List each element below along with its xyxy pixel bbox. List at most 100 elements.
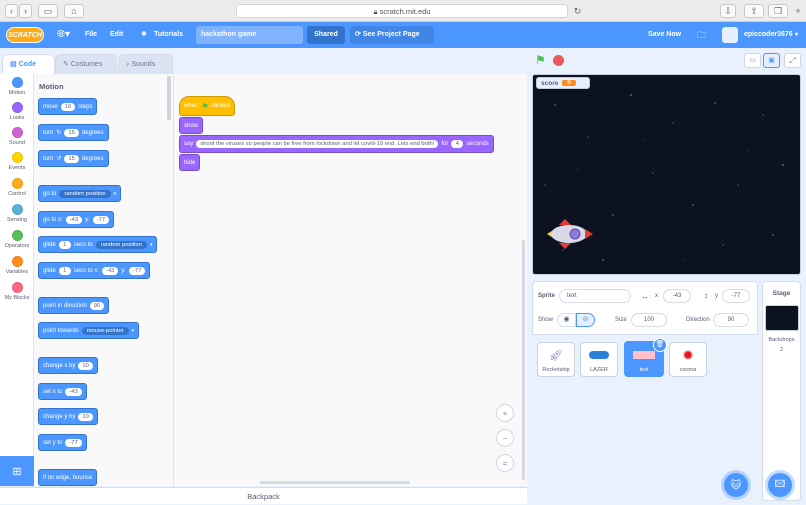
tab-code[interactable]: ▤ Code <box>2 54 55 75</box>
script-horizontal-scrollbar[interactable] <box>260 481 410 484</box>
category-looks[interactable]: Looks <box>0 102 34 121</box>
back-icon[interactable]: ‹ <box>5 4 18 18</box>
direction-input[interactable]: 90 <box>713 313 749 327</box>
category-variables[interactable]: Variables <box>0 256 34 275</box>
category-sensing[interactable]: Sensing <box>0 204 34 223</box>
x-input[interactable]: -43 <box>663 289 691 303</box>
see-project-page-button[interactable]: ⟳ See Project Page <box>350 26 434 44</box>
small-stage-icon[interactable]: ▭ <box>744 53 761 68</box>
hide-block[interactable]: hide <box>179 154 201 171</box>
glide-x-input[interactable]: -43 <box>102 266 119 275</box>
hide-visible-icon[interactable]: ⊘ <box>576 313 595 327</box>
save-now-button[interactable]: Save Now <box>648 22 681 48</box>
go-to-block[interactable]: go to random position ▾ <box>38 185 122 202</box>
edit-menu[interactable]: Edit <box>110 22 123 48</box>
scratch-logo[interactable]: SCRATCH <box>6 27 44 43</box>
move-steps-input[interactable]: 10 <box>60 102 76 111</box>
download-icon[interactable]: ⇩ <box>720 4 736 18</box>
show-block[interactable]: show <box>179 117 204 134</box>
point-towards-dropdown[interactable]: mouse-pointer <box>81 326 129 335</box>
score-monitor[interactable]: score 0 <box>536 77 590 89</box>
zoom-in-icon[interactable]: + <box>496 404 514 422</box>
zoom-reset-icon[interactable]: = <box>496 454 514 472</box>
direction-input[interactable]: 90 <box>89 301 105 310</box>
y-input[interactable]: -77 <box>722 289 750 303</box>
glide-secs-input[interactable]: 1 <box>58 240 71 249</box>
change-x-input[interactable]: 10 <box>78 361 93 370</box>
tabs-icon[interactable]: ❐ <box>768 4 788 18</box>
go-to-x-input[interactable]: -43 <box>65 215 83 224</box>
category-control[interactable]: Control <box>0 178 34 197</box>
glide-xy-secs-input[interactable]: 1 <box>58 266 71 275</box>
go-to-y-input[interactable]: -77 <box>92 215 110 224</box>
zoom-out-icon[interactable]: − <box>496 429 514 447</box>
backdrop-thumbnail[interactable] <box>764 305 799 331</box>
share-icon[interactable]: ⇧ <box>744 4 764 18</box>
set-x-input[interactable]: -43 <box>65 387 82 396</box>
add-extension-button[interactable]: ⊞ <box>0 456 34 486</box>
url-bar[interactable]: 🔒︎ scratch.mit.edu <box>236 4 568 18</box>
share-button[interactable]: Shared <box>307 26 345 44</box>
set-x-block[interactable]: set x to -43 <box>38 383 87 400</box>
choose-backdrop-button[interactable]: 🖾 <box>768 473 792 497</box>
avatar[interactable] <box>722 27 738 43</box>
sprite-name-input[interactable]: text <box>559 289 631 303</box>
when-flag-clicked-block[interactable]: when ⚑ clicked <box>179 96 235 116</box>
turn-left-input[interactable]: 15 <box>64 154 79 163</box>
category-sound[interactable]: Sound <box>0 127 34 146</box>
sprite-thumb-corona[interactable]: ✹ corona <box>669 342 707 377</box>
large-stage-icon[interactable]: ▣ <box>763 53 780 68</box>
set-y-input[interactable]: -77 <box>65 438 82 447</box>
category-operators[interactable]: Operators <box>0 230 34 249</box>
delete-sprite-icon[interactable]: 🗑︎ <box>653 338 667 352</box>
backpack-bar[interactable]: Backpack <box>0 487 527 504</box>
say-text-input[interactable]: shoot the viruses so people can be free … <box>196 140 439 148</box>
point-in-direction-block[interactable]: point in direction 90 <box>38 297 110 314</box>
script-vertical-scrollbar[interactable] <box>522 240 525 480</box>
new-tab-icon[interactable]: + <box>792 4 804 18</box>
bounce-block[interactable]: if on edge, bounce <box>38 469 98 486</box>
tab-costumes[interactable]: ✎ Costumes <box>55 54 117 74</box>
go-to-dropdown[interactable]: random position <box>59 189 111 198</box>
project-title-input[interactable]: hackathon game <box>196 26 303 44</box>
stop-icon[interactable] <box>553 55 564 66</box>
glide-to-xy-block[interactable]: glide 1 secs to x: -43 y: -77 <box>38 262 151 279</box>
glide-to-block[interactable]: glide 1 secs to random position ▾ <box>38 236 158 253</box>
say-seconds-input[interactable]: 4 <box>451 140 464 148</box>
chevron-down-icon[interactable]: ▾ <box>795 22 798 48</box>
turn-right-block[interactable]: turn ↻ 15 degrees <box>38 124 109 141</box>
turn-left-block[interactable]: turn ↺ 15 degrees <box>38 150 109 167</box>
home-icon[interactable]: ⌂ <box>64 4 84 18</box>
glide-to-dropdown[interactable]: random position <box>95 240 147 249</box>
change-y-block[interactable]: change y by 10 <box>38 408 98 425</box>
category-my-blocks[interactable]: My Blocks <box>0 282 34 301</box>
green-flag-icon[interactable]: ⚑ <box>535 53 546 67</box>
stage-canvas[interactable] <box>532 74 801 275</box>
category-events[interactable]: Events <box>0 152 34 171</box>
change-x-block[interactable]: change x by 10 <box>38 357 98 374</box>
tutorials-menu[interactable]: Tutorials <box>154 22 183 48</box>
file-menu[interactable]: File <box>85 22 97 48</box>
choose-sprite-button[interactable]: 🐱︎ <box>724 473 748 497</box>
palette-scrollbar[interactable] <box>167 76 171 120</box>
category-motion[interactable]: Motion <box>0 77 34 96</box>
tab-sounds[interactable]: ♪ Sounds <box>118 54 173 74</box>
sidebar-icon[interactable]: ▭ <box>38 4 58 18</box>
globe-icon[interactable]: 🌐︎▾ <box>57 22 70 48</box>
fullscreen-icon[interactable]: ⤢ <box>784 53 801 68</box>
point-towards-block[interactable]: point towards mouse-pointer ▾ <box>38 322 140 339</box>
change-y-input[interactable]: 10 <box>78 412 93 421</box>
sprite-thumb-lazer[interactable]: LAZER <box>580 342 618 377</box>
sprite-thumb-rocketship[interactable]: 🚀︎ Rocketship <box>537 342 575 377</box>
username[interactable]: epiccoder3676 <box>744 22 793 48</box>
forward-icon[interactable]: › <box>19 4 32 18</box>
stage-selector[interactable]: Stage Backdrops 2 <box>762 281 801 501</box>
set-y-block[interactable]: set y to -77 <box>38 434 87 451</box>
go-to-xy-block[interactable]: go to x: -43 y: -77 <box>38 211 115 228</box>
say-for-secs-block[interactable]: say shoot the viruses so people can be fr… <box>179 135 494 153</box>
reload-icon[interactable]: ↻ <box>571 4 584 18</box>
turn-right-input[interactable]: 15 <box>64 128 79 137</box>
show-visible-icon[interactable]: ◉ <box>557 313 576 327</box>
folder-icon[interactable]: 🗀 <box>697 22 706 48</box>
size-input[interactable]: 100 <box>631 313 667 327</box>
